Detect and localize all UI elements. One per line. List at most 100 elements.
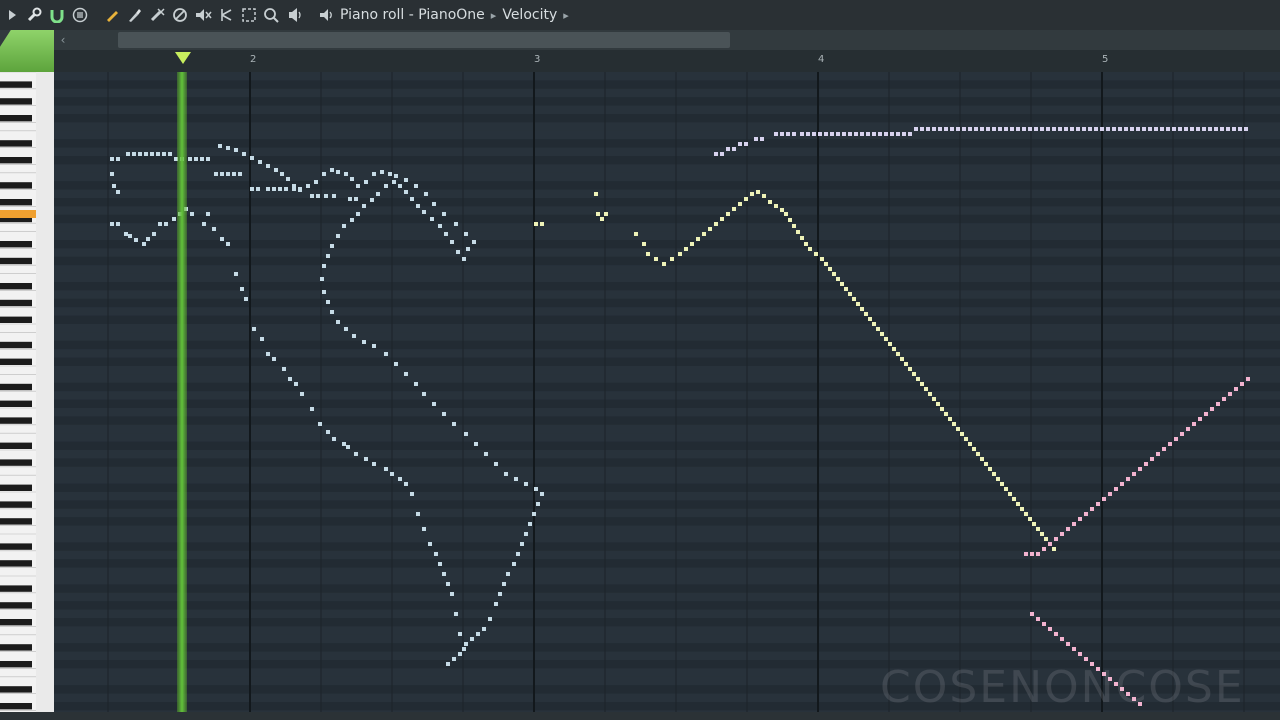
note[interactable] — [1090, 507, 1094, 511]
note[interactable] — [1078, 517, 1082, 521]
note[interactable] — [536, 502, 540, 506]
note[interactable] — [428, 542, 432, 546]
note[interactable] — [242, 152, 246, 156]
note[interactable] — [928, 392, 932, 396]
note[interactable] — [324, 194, 328, 198]
note[interactable] — [902, 132, 906, 136]
timeline-ruler[interactable]: 2 3 4 5 — [54, 50, 1280, 73]
note[interactable] — [654, 257, 658, 261]
breadcrumb-title[interactable]: Piano roll - PianoOne — [340, 7, 485, 23]
note[interactable] — [458, 652, 462, 656]
note[interactable] — [516, 552, 520, 556]
note[interactable] — [738, 142, 742, 146]
note[interactable] — [1088, 127, 1092, 131]
note[interactable] — [1226, 127, 1230, 131]
note[interactable] — [988, 467, 992, 471]
note[interactable] — [504, 472, 508, 476]
note[interactable] — [528, 522, 532, 526]
note[interactable] — [352, 334, 356, 338]
note[interactable] — [372, 172, 376, 176]
note[interactable] — [152, 232, 156, 236]
note[interactable] — [938, 127, 942, 131]
note[interactable] — [896, 132, 900, 136]
note[interactable] — [540, 222, 544, 226]
playback-icon[interactable] — [286, 5, 304, 25]
note[interactable] — [250, 187, 254, 191]
note[interactable] — [986, 127, 990, 131]
note[interactable] — [1130, 127, 1134, 131]
note[interactable] — [762, 194, 766, 198]
black-key[interactable] — [0, 644, 32, 651]
note[interactable] — [322, 290, 326, 294]
note[interactable] — [1198, 417, 1202, 421]
note[interactable] — [446, 662, 450, 666]
note[interactable] — [908, 132, 912, 136]
note[interactable] — [760, 137, 764, 141]
note[interactable] — [444, 232, 448, 236]
note[interactable] — [310, 407, 314, 411]
note[interactable] — [1028, 517, 1032, 521]
note[interactable] — [494, 462, 498, 466]
note[interactable] — [956, 127, 960, 131]
note[interactable] — [836, 277, 840, 281]
black-key[interactable] — [0, 585, 32, 592]
note[interactable] — [172, 217, 176, 221]
note[interactable] — [200, 157, 204, 161]
note[interactable] — [394, 174, 398, 178]
note[interactable] — [354, 197, 358, 201]
note[interactable] — [684, 247, 688, 251]
note[interactable] — [372, 344, 376, 348]
note[interactable] — [458, 632, 462, 636]
note[interactable] — [330, 168, 334, 172]
black-key[interactable] — [0, 140, 32, 147]
note[interactable] — [780, 132, 784, 136]
note[interactable] — [926, 127, 930, 131]
note[interactable] — [872, 132, 876, 136]
horizontal-scrollbar[interactable]: ‹ — [0, 30, 1280, 50]
note[interactable] — [1192, 422, 1196, 426]
note[interactable] — [754, 137, 758, 141]
note[interactable] — [950, 127, 954, 131]
note[interactable] — [1166, 127, 1170, 131]
paint-brush-icon[interactable] — [125, 5, 143, 25]
playhead-line[interactable] — [177, 72, 187, 712]
note[interactable] — [234, 272, 238, 276]
note[interactable] — [342, 442, 346, 446]
note[interactable] — [364, 180, 368, 184]
note[interactable] — [1142, 127, 1146, 131]
note[interactable] — [432, 202, 436, 206]
note[interactable] — [726, 212, 730, 216]
note[interactable] — [1032, 522, 1036, 526]
note[interactable] — [984, 462, 988, 466]
note[interactable] — [462, 257, 466, 261]
mute-tool-icon[interactable] — [171, 5, 189, 25]
black-key[interactable] — [0, 459, 32, 466]
note[interactable] — [1008, 492, 1012, 496]
note[interactable] — [768, 200, 772, 204]
note[interactable] — [976, 452, 980, 456]
note[interactable] — [912, 372, 916, 376]
note[interactable] — [442, 412, 446, 416]
note[interactable] — [1174, 437, 1178, 441]
note[interactable] — [714, 152, 718, 156]
note[interactable] — [696, 237, 700, 241]
note[interactable] — [820, 257, 824, 261]
note[interactable] — [774, 204, 778, 208]
note[interactable] — [904, 362, 908, 366]
note[interactable] — [326, 254, 330, 258]
note[interactable] — [280, 172, 284, 176]
note[interactable] — [134, 238, 138, 242]
note[interactable] — [476, 632, 480, 636]
black-key[interactable] — [0, 81, 32, 88]
note[interactable] — [884, 337, 888, 341]
note[interactable] — [940, 407, 944, 411]
note[interactable] — [1022, 127, 1026, 131]
note[interactable] — [860, 307, 864, 311]
note[interactable] — [662, 262, 666, 266]
note[interactable] — [350, 177, 354, 181]
note[interactable] — [232, 172, 236, 176]
note[interactable] — [116, 222, 120, 226]
note[interactable] — [132, 152, 136, 156]
note[interactable] — [1070, 127, 1074, 131]
note[interactable] — [876, 327, 880, 331]
